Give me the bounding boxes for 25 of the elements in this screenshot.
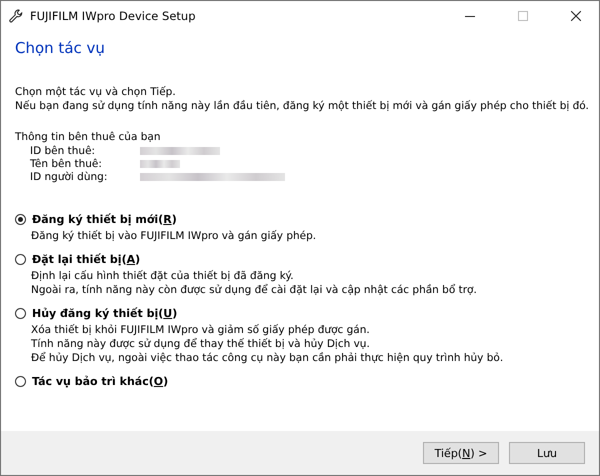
radio-button[interactable] — [15, 254, 26, 265]
close-icon[interactable] — [571, 11, 581, 21]
option-description: Tính năng này được sử dụng để thay thế thiết bị và hủy Dịch vụ. — [31, 337, 371, 351]
field-label: Tên bên thuê: — [30, 158, 103, 170]
radio-button[interactable] — [15, 308, 26, 319]
option-label[interactable]: Hủy đăng ký thiết bị(U) — [32, 307, 178, 320]
save-button[interactable]: Lưu — [509, 442, 585, 464]
option-label[interactable]: Đăng ký thiết bị mới(R) — [32, 213, 177, 226]
wrench-icon — [9, 9, 23, 23]
next-button[interactable]: Tiếp(N) > — [423, 442, 499, 464]
option-description: Xóa thiết bị khỏi FUJIFILM IWpro và giảm số giấy phép được gán. — [31, 323, 371, 337]
radio-button[interactable] — [15, 214, 26, 225]
option-label[interactable]: Tác vụ bảo trì khác(O) — [32, 375, 168, 388]
section-title: Thông tin bên thuê của bạn — [15, 130, 162, 144]
option-description: Đăng ký thiết bị vào FUJIFILM IWpro và gán giấy phép. — [31, 229, 318, 243]
window-title: FUJIFILM IWpro Device Setup — [30, 9, 196, 23]
option-description: Ngoài ra, tính năng này còn được sử dụng để cài đặt lại và cập nhật các phần bổ trợ. — [31, 283, 478, 297]
radio-button[interactable] — [15, 376, 26, 387]
option-description: Để hủy Dịch vụ, ngoài việc thao tác công cụ này bạn cần phải thực hiện quy trình hủy bỏ. — [31, 351, 504, 365]
instruction-text: Chọn một tác vụ và chọn Tiếp. — [15, 85, 177, 99]
page-heading: Chọn tác vụ — [15, 39, 106, 57]
option-label[interactable]: Đặt lại thiết bị(A) — [32, 253, 140, 266]
field-label: ID bên thuê: — [30, 144, 96, 156]
field-label: ID người dùng: — [30, 170, 108, 182]
option-description: Định lại cấu hình thiết đặt của thiết bị đã đăng ký. — [31, 269, 295, 283]
